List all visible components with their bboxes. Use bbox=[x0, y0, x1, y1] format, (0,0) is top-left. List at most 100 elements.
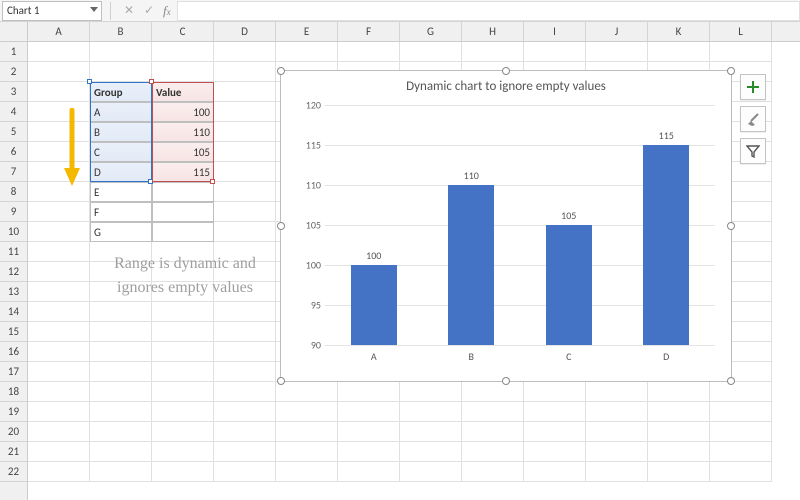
row-header[interactable]: 3 bbox=[0, 82, 27, 102]
cell[interactable] bbox=[524, 422, 586, 442]
cell[interactable] bbox=[90, 322, 152, 342]
row-header[interactable]: 13 bbox=[0, 282, 27, 302]
cell[interactable] bbox=[214, 382, 276, 402]
cell[interactable] bbox=[586, 462, 648, 482]
resize-handle[interactable] bbox=[277, 222, 285, 230]
column-header[interactable]: I bbox=[524, 22, 586, 41]
row-header[interactable]: 5 bbox=[0, 122, 27, 142]
cell[interactable] bbox=[152, 422, 214, 442]
resize-handle[interactable] bbox=[277, 67, 285, 75]
row-header[interactable]: 15 bbox=[0, 322, 27, 342]
cell[interactable] bbox=[214, 342, 276, 362]
cell[interactable]: 110 bbox=[152, 122, 214, 142]
row-header[interactable]: 1 bbox=[0, 42, 27, 62]
cell[interactable] bbox=[90, 42, 152, 62]
cell[interactable] bbox=[28, 262, 90, 282]
cell[interactable] bbox=[90, 362, 152, 382]
cell[interactable] bbox=[28, 62, 90, 82]
bar[interactable]: 100 bbox=[351, 265, 397, 345]
column-header[interactable]: L bbox=[710, 22, 772, 41]
cell[interactable] bbox=[400, 442, 462, 462]
column-header[interactable]: C bbox=[152, 22, 214, 41]
cell[interactable]: D bbox=[90, 162, 152, 182]
cell[interactable]: F bbox=[90, 202, 152, 222]
cell[interactable] bbox=[152, 462, 214, 482]
fx-icon[interactable]: fx bbox=[163, 3, 171, 19]
cell[interactable] bbox=[28, 322, 90, 342]
cell[interactable] bbox=[462, 402, 524, 422]
row-header[interactable]: 20 bbox=[0, 422, 27, 442]
cell[interactable] bbox=[152, 342, 214, 362]
cell[interactable] bbox=[28, 222, 90, 242]
cell[interactable] bbox=[214, 42, 276, 62]
column-header[interactable]: H bbox=[462, 22, 524, 41]
cell[interactable] bbox=[400, 422, 462, 442]
cell[interactable] bbox=[524, 382, 586, 402]
row-header[interactable]: 6 bbox=[0, 142, 27, 162]
cell[interactable] bbox=[586, 42, 648, 62]
cell[interactable]: C bbox=[90, 142, 152, 162]
cell[interactable] bbox=[462, 42, 524, 62]
row-header[interactable]: 4 bbox=[0, 102, 27, 122]
cell[interactable]: 115 bbox=[152, 162, 214, 182]
cell[interactable] bbox=[338, 462, 400, 482]
cell[interactable] bbox=[152, 62, 214, 82]
selection-handle[interactable] bbox=[210, 179, 215, 184]
row-header[interactable]: 2 bbox=[0, 62, 27, 82]
cell[interactable] bbox=[400, 462, 462, 482]
row-header[interactable]: 19 bbox=[0, 402, 27, 422]
chart-filters-button[interactable] bbox=[740, 138, 766, 164]
cell[interactable] bbox=[152, 322, 214, 342]
cell[interactable] bbox=[214, 142, 276, 162]
cell[interactable] bbox=[586, 382, 648, 402]
cell[interactable]: 105 bbox=[152, 142, 214, 162]
cell[interactable] bbox=[28, 422, 90, 442]
cell[interactable] bbox=[400, 382, 462, 402]
cell[interactable] bbox=[28, 302, 90, 322]
resize-handle[interactable] bbox=[502, 377, 510, 385]
cell[interactable] bbox=[710, 42, 772, 62]
cell[interactable]: B bbox=[90, 122, 152, 142]
column-header[interactable]: E bbox=[276, 22, 338, 41]
cell[interactable] bbox=[648, 462, 710, 482]
cell[interactable] bbox=[400, 402, 462, 422]
cell[interactable] bbox=[152, 442, 214, 462]
cell[interactable] bbox=[710, 462, 772, 482]
row-header[interactable]: 21 bbox=[0, 442, 27, 462]
cell[interactable] bbox=[586, 402, 648, 422]
cell[interactable] bbox=[214, 82, 276, 102]
resize-handle[interactable] bbox=[502, 67, 510, 75]
cell[interactable] bbox=[338, 382, 400, 402]
cell[interactable] bbox=[28, 402, 90, 422]
cell[interactable] bbox=[152, 202, 214, 222]
cell[interactable] bbox=[276, 382, 338, 402]
cell[interactable] bbox=[90, 62, 152, 82]
cell[interactable] bbox=[28, 462, 90, 482]
row-header[interactable]: 8 bbox=[0, 182, 27, 202]
cell[interactable] bbox=[214, 222, 276, 242]
formula-input[interactable] bbox=[177, 1, 800, 21]
row-header[interactable]: 18 bbox=[0, 382, 27, 402]
cell[interactable] bbox=[524, 442, 586, 462]
cell[interactable] bbox=[214, 322, 276, 342]
cell[interactable] bbox=[28, 42, 90, 62]
cell[interactable] bbox=[90, 342, 152, 362]
cell[interactable] bbox=[152, 362, 214, 382]
chevron-down-icon[interactable] bbox=[90, 7, 98, 12]
cell[interactable]: Value bbox=[152, 82, 214, 102]
cell[interactable] bbox=[710, 402, 772, 422]
cell[interactable] bbox=[214, 302, 276, 322]
column-header[interactable]: G bbox=[400, 22, 462, 41]
cell[interactable] bbox=[710, 442, 772, 462]
cell[interactable] bbox=[462, 382, 524, 402]
cell[interactable] bbox=[214, 102, 276, 122]
column-header[interactable]: B bbox=[90, 22, 152, 41]
cell[interactable] bbox=[214, 62, 276, 82]
cell[interactable] bbox=[338, 422, 400, 442]
column-header[interactable]: D bbox=[214, 22, 276, 41]
bar[interactable]: 115 bbox=[643, 145, 689, 345]
cell[interactable] bbox=[214, 182, 276, 202]
cell[interactable] bbox=[90, 382, 152, 402]
cell[interactable] bbox=[214, 202, 276, 222]
selection-handle[interactable] bbox=[149, 79, 154, 84]
